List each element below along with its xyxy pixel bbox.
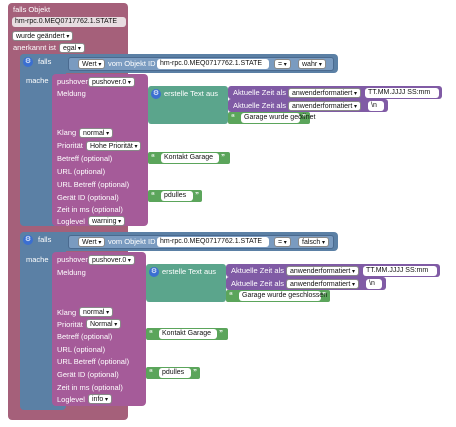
op-dropdown[interactable]: = [274,237,291,247]
attr-dropdown[interactable]: Wert [78,237,106,247]
loglevel-label: Loglevel [57,217,85,226]
message-label: Meldung [57,89,86,98]
value-dropdown[interactable]: falsch [298,237,329,247]
if-label: falls [38,57,52,66]
quote-close-icon: ” [219,329,223,338]
priority-dropdown[interactable]: Normal [86,319,122,329]
loglevel-dropdown[interactable]: info [88,394,112,404]
create-text-label: erstelle Text aus [164,89,219,98]
subject-field[interactable]: Kontakt Garage [161,153,219,163]
event-block-tail [8,410,128,420]
value-dropdown[interactable]: wahr [298,59,326,69]
quote-open-icon: “ [151,153,155,162]
message-text-field[interactable]: Garage wurde geschlossen [239,291,327,301]
time-label: Aktuelle Zeit als [231,279,284,288]
pushover-instance-dropdown[interactable]: pushover.0 [88,255,135,265]
priority-dropdown[interactable]: Hohe Priorität [86,141,142,151]
changed-dropdown[interactable]: wurde geändert [12,31,74,41]
attr-dropdown[interactable]: Wert [78,59,106,69]
subject-field[interactable]: Kontakt Garage [159,329,217,339]
time-pattern-field[interactable]: TT.MM.JJJJ SS:mm [363,266,437,276]
sound-dropdown[interactable]: normal [79,128,114,138]
pushover-label: pushover [57,77,88,86]
url-title-label: URL Betreff (optional) [57,357,130,366]
if-label: falls [38,235,52,244]
cond-object-id[interactable]: hm-rpc.0.MEQ0717762.1.STATE [157,59,269,69]
gear-icon[interactable]: ⚙ [151,89,161,99]
quote-close-icon: ” [302,113,306,122]
message-label: Meldung [57,268,86,277]
device-field[interactable]: pdulles [159,368,191,378]
quote-open-icon: “ [149,329,153,338]
subject-label: Betreff (optional) [57,332,113,341]
quote-open-icon: “ [151,191,155,200]
loglevel-label: Loglevel [57,395,85,404]
ttl-label: Zeit in ms (optional) [57,383,123,392]
device-field[interactable]: pdulles [161,191,193,201]
gear-icon[interactable]: ⚙ [23,235,33,245]
sound-label: Klang [57,308,77,317]
do-label: mache [26,76,49,85]
message-text-field[interactable]: Garage wurde geöffnet [241,113,315,123]
ack-dropdown[interactable]: egal [59,43,85,53]
quote-close-icon: ” [322,291,326,300]
quote-open-icon: “ [229,291,233,300]
url-label: URL (optional) [57,345,106,354]
quote-open-icon: “ [231,113,235,122]
quote-close-icon: ” [193,368,197,377]
url-label: URL (optional) [57,167,106,176]
url-title-label: URL Betreff (optional) [57,180,130,189]
sound-dropdown[interactable]: normal [79,307,114,317]
ttl-label: Zeit in ms (optional) [57,205,123,214]
cond-object-id[interactable]: hm-rpc.0.MEQ0717762.1.STATE [157,237,269,247]
sound-label: Klang [57,128,77,137]
newline-field[interactable]: \n [368,101,384,111]
newline-field[interactable]: \n [366,279,382,289]
priority-label: Priorität [57,320,83,329]
time-label: Aktuelle Zeit als [231,266,284,275]
ack-label: anerkannt ist [13,43,56,52]
time-format-dropdown[interactable]: anwenderformatiert [286,279,359,289]
do-label: mache [26,255,49,264]
event-if-label: falls Objekt [13,5,51,14]
device-label: Gerät ID (optional) [57,193,119,202]
gear-icon[interactable]: ⚙ [149,267,159,277]
from-label: vom Objekt ID [108,59,156,68]
loglevel-dropdown[interactable]: warning [88,216,126,226]
device-label: Gerät ID (optional) [57,370,119,379]
pushover-instance-dropdown[interactable]: pushover.0 [88,77,135,87]
subject-label: Betreff (optional) [57,154,113,163]
op-dropdown[interactable]: = [274,59,291,69]
quote-close-icon: ” [221,153,225,162]
time-format-dropdown[interactable]: anwenderformatiert [286,266,359,276]
priority-label: Priorität [57,141,83,150]
quote-close-icon: ” [195,191,199,200]
time-label: Aktuelle Zeit als [233,101,286,110]
pushover-label: pushover [57,255,88,264]
gear-icon[interactable]: ⚙ [23,57,33,67]
time-label: Aktuelle Zeit als [233,88,286,97]
quote-open-icon: “ [149,368,153,377]
time-format-dropdown[interactable]: anwenderformatiert [288,101,361,111]
create-text-label: erstelle Text aus [162,267,217,276]
time-format-dropdown[interactable]: anwenderformatiert [288,88,361,98]
time-pattern-field[interactable]: TT.MM.JJJJ SS:mm [365,88,439,98]
from-label: vom Objekt ID [108,237,156,246]
event-object-id-field[interactable]: hm-rpc.0.MEQ0717762.1.STATE [12,17,126,27]
